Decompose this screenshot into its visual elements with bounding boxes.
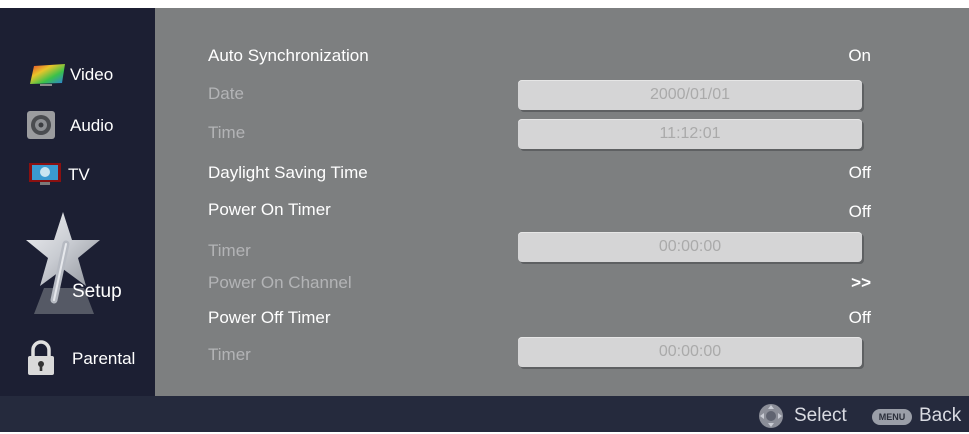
back-button[interactable]: Back <box>919 405 961 427</box>
date-field[interactable]: 2000/01/01 <box>518 80 862 110</box>
menu-key-badge: MENU <box>872 409 912 425</box>
setting-value-power-on-timer[interactable]: Off <box>849 202 871 222</box>
tv-icon <box>28 162 62 186</box>
sidebar-item-tv[interactable]: TV <box>28 162 90 186</box>
padlock-icon <box>26 340 56 376</box>
setting-label-power-off-timer-time: Timer <box>208 345 251 364</box>
sidebar-item-label: Audio <box>70 115 114 135</box>
sidebar-item-label: Parental <box>72 348 136 368</box>
sidebar-item-setup[interactable]: Setup <box>22 208 142 318</box>
sidebar-item-label: TV <box>68 164 90 184</box>
power-on-channel-arrow-button[interactable]: >> <box>851 273 871 293</box>
setup-star-icon <box>22 208 104 321</box>
audio-speaker-icon <box>26 110 56 140</box>
select-hint-label: Select <box>794 405 847 426</box>
setting-value-auto-synchronization[interactable]: On <box>848 46 871 66</box>
sidebar-item-label: Setup <box>72 281 122 302</box>
sidebar-item-parental[interactable]: Parental <box>26 340 135 376</box>
time-field[interactable]: 11:12:01 <box>518 119 862 149</box>
setting-label-power-on-channel: Power On Channel <box>208 273 352 292</box>
video-icon <box>28 62 66 86</box>
sidebar-item-audio[interactable]: Audio <box>26 110 113 140</box>
power-off-timer-field[interactable]: 00:00:00 <box>518 337 862 367</box>
power-on-timer-field[interactable]: 00:00:00 <box>518 232 862 262</box>
setting-label-time: Time <box>208 123 246 142</box>
setting-label-date: Date <box>208 84 244 103</box>
setting-value-power-off-timer[interactable]: Off <box>849 308 871 328</box>
setting-label-auto-synchronization: Auto Synchronization <box>208 46 369 65</box>
setting-label-power-off-timer: Power Off Timer <box>208 308 331 327</box>
sidebar-item-video[interactable]: Video <box>28 62 113 86</box>
setting-value-daylight-saving-time[interactable]: Off <box>849 163 871 183</box>
navigation-pad-icon <box>756 403 786 434</box>
setting-label-power-on-timer-time: Timer <box>208 241 251 260</box>
sidebar-item-label: Video <box>70 64 114 84</box>
setting-label-power-on-timer: Power On Timer <box>208 200 331 219</box>
setting-label-daylight-saving-time: Daylight Saving Time <box>208 163 368 182</box>
